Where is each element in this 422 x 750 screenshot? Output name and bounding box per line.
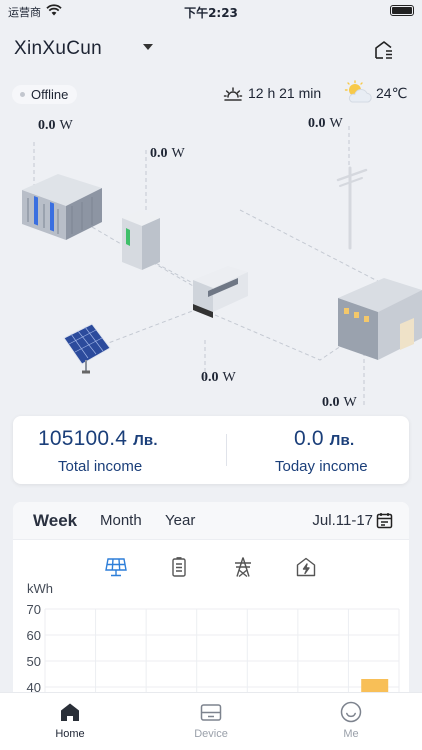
tab-me-label: Me (343, 728, 359, 740)
bottom-tab-bar: Home Device Me (0, 692, 422, 750)
total-income-value: 105100.4 Лв. (38, 427, 158, 450)
chevron-down-icon[interactable] (143, 44, 153, 50)
load-power-label: 0.0 W (322, 395, 357, 410)
status-time: 下午2:23 (184, 6, 238, 20)
battery-cabinet-icon (122, 210, 160, 270)
battery-icon (390, 5, 414, 16)
status-badge: Offline (12, 85, 78, 104)
status-text: Offline (31, 87, 69, 102)
total-income-label: Total income (58, 458, 143, 475)
house-icon (338, 278, 422, 360)
today-income-label: Today income (275, 458, 368, 475)
tab-home-label: Home (55, 728, 85, 740)
utility-pole-icon (336, 166, 368, 250)
divider (226, 434, 227, 466)
battery-rack-icon (22, 174, 102, 240)
energy-flow-diagram: 0.0 W 0.0 W 0.0 W 0.0 W 0.0 W (0, 110, 422, 415)
station-name[interactable]: XinXuCun (14, 38, 102, 60)
daylight-duration: 12 h 21 min (248, 85, 322, 101)
status-dot (20, 92, 25, 97)
partly-cloudy-icon (343, 80, 373, 106)
cabinet-power-label: 0.0 W (150, 146, 185, 161)
tab-device-label: Device (194, 728, 228, 740)
inverter-icon (193, 266, 248, 318)
home-icon (59, 701, 81, 723)
income-card: 105100.4 Лв. Total income 0.0 Лв. Today in… (13, 416, 409, 484)
tab-home[interactable]: Home (0, 693, 140, 750)
sunrise-icon (223, 85, 243, 103)
tab-me[interactable]: Me (281, 693, 421, 750)
grid-power-label: 0.0 W (308, 116, 343, 131)
pv-power-label: 0.0 W (201, 370, 236, 385)
device-icon (200, 701, 222, 723)
today-income-value: 0.0 Лв. (294, 427, 355, 450)
solar-panel-icon (63, 323, 111, 374)
tab-device[interactable]: Device (141, 693, 281, 750)
home-menu-icon[interactable] (372, 38, 396, 62)
status-bar: 运营商 下午2:23 (0, 0, 422, 22)
smiley-icon (340, 701, 362, 723)
temperature: 24℃ (376, 85, 408, 101)
battery-power-label: 0.0 W (38, 118, 73, 133)
